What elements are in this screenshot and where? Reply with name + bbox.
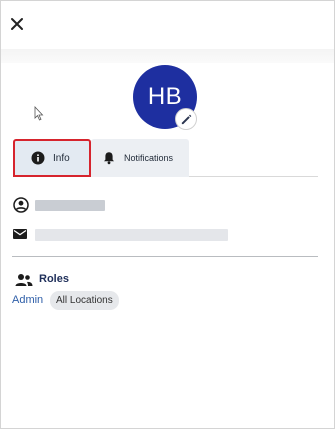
tab-info-label: Info	[53, 152, 70, 164]
bell-icon	[104, 152, 114, 165]
name-value-redacted	[35, 200, 105, 211]
account-circle-icon	[13, 197, 29, 213]
pencil-icon	[181, 114, 191, 124]
people-icon	[15, 274, 33, 286]
close-icon[interactable]	[8, 15, 26, 33]
role-name[interactable]: Admin	[12, 294, 43, 306]
avatar-edit-button[interactable]	[175, 108, 197, 130]
role-scope-chip: All Locations	[50, 291, 119, 310]
avatar-initials: HB	[147, 83, 183, 110]
tab-info[interactable]: Info	[13, 139, 91, 177]
tab-notifications-label: Notifications	[124, 153, 174, 163]
section-divider	[12, 256, 318, 257]
mouse-cursor-icon	[34, 106, 44, 121]
email-value-redacted	[35, 229, 228, 241]
info-icon	[31, 151, 45, 165]
tab-divider	[189, 176, 318, 177]
dialog-header	[1, 1, 334, 49]
tab-notifications[interactable]: Notifications	[91, 139, 189, 177]
roles-heading: Roles	[39, 273, 69, 285]
header-shadow	[1, 49, 334, 63]
mail-icon	[13, 229, 27, 239]
